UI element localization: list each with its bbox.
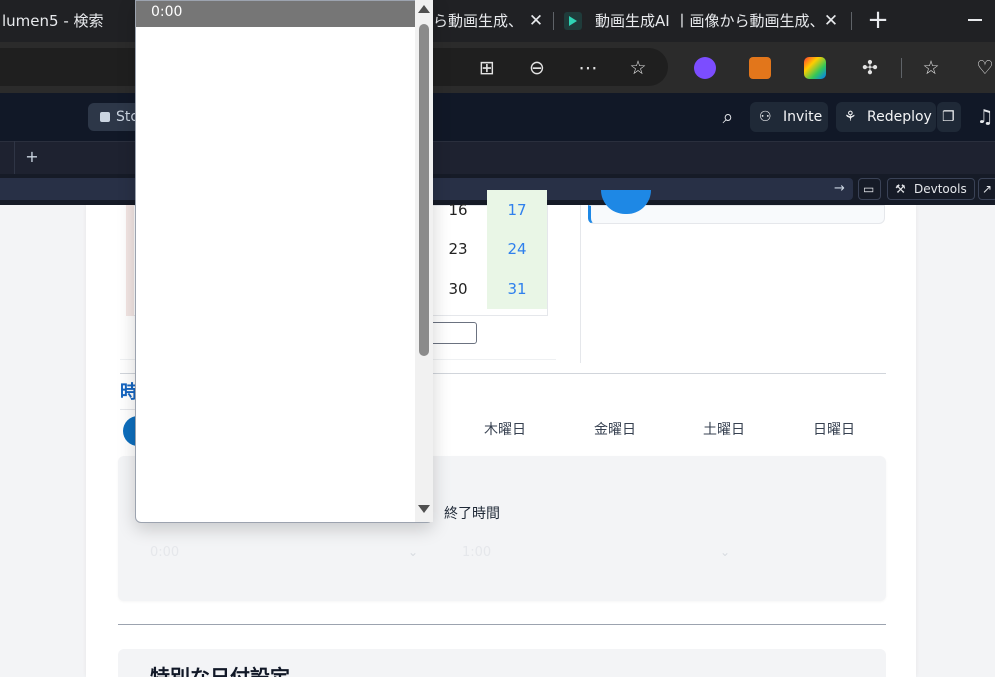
add-tab-button[interactable]: +	[24, 147, 40, 167]
tab-favicon-icon	[564, 12, 582, 30]
tab-video-gen-2[interactable]: 動画生成AI 丨画像から動画生成、	[595, 0, 817, 42]
calendar-day[interactable]: 16	[428, 190, 488, 230]
calendar-weekend-strip	[126, 205, 134, 316]
favorites-list-icon[interactable]: ☆	[919, 56, 943, 80]
tab-close-icon[interactable]: ✕	[821, 11, 841, 31]
copy-button[interactable]: ❐	[937, 102, 961, 132]
tab-video-gen-1[interactable]: ら動画生成、	[433, 0, 523, 42]
redeploy-label: Redeploy	[867, 109, 932, 125]
day-friday[interactable]: 金曜日	[585, 419, 645, 441]
calendar-day-sunday[interactable]: 17	[487, 190, 547, 230]
end-time-label: 終了時間	[444, 506, 500, 522]
calendar-day[interactable]: 23	[428, 229, 488, 269]
minimize-button[interactable]	[968, 19, 982, 21]
devtools-button[interactable]: ⚒ Devtools	[887, 178, 975, 200]
tab-divider	[14, 141, 15, 174]
column-divider	[580, 205, 581, 363]
devtools-label: Devtools	[914, 182, 967, 196]
calendar-day[interactable]: 30	[428, 269, 488, 309]
bell-icon[interactable]: ♫	[973, 105, 995, 129]
chevron-down-icon: ⌄	[720, 545, 731, 559]
scroll-up-arrow-icon[interactable]	[418, 5, 430, 13]
wrench-icon: ⚒	[895, 182, 906, 196]
redeploy-button[interactable]: ⚘ Redeploy	[836, 102, 936, 132]
time-dropdown-list[interactable]: 0:00	[135, 0, 433, 523]
day-thursday[interactable]: 木曜日	[475, 419, 535, 441]
brain-extension-icon[interactable]	[694, 57, 716, 79]
metamask-extension-icon[interactable]	[749, 57, 771, 79]
invite-label: Invite	[783, 109, 823, 125]
calendar-day-sunday[interactable]: 31	[487, 269, 547, 309]
go-arrow-icon[interactable]: →	[834, 179, 848, 199]
tab-close-icon[interactable]: ✕	[526, 11, 546, 31]
zoom-out-icon[interactable]: ⊖	[525, 56, 549, 80]
calendar-day-sunday[interactable]: 24	[487, 229, 547, 269]
tab-separator	[553, 12, 554, 30]
redeploy-icon: ⚘	[844, 109, 857, 125]
copy-icon: ❐	[942, 109, 955, 125]
end-time-select[interactable]: 1:00	[462, 539, 732, 567]
tab-separator	[851, 12, 852, 30]
external-link-icon: ↗	[982, 182, 993, 196]
health-heart-icon[interactable]: ♡	[973, 56, 995, 80]
stop-square-icon	[100, 112, 110, 122]
more-options-icon[interactable]: ⋯	[576, 56, 600, 80]
start-time-select[interactable]: 0:00	[150, 539, 420, 567]
tab-search[interactable]: lumen5 - 検索	[0, 0, 130, 42]
day-saturday[interactable]: 土曜日	[694, 419, 754, 441]
open-external-button[interactable]: ↗	[978, 178, 995, 200]
dropdown-scroll-thumb[interactable]	[419, 24, 429, 356]
new-tab-button[interactable]: +	[866, 7, 890, 33]
dropdown-option-selected[interactable]: 0:00	[136, 1, 416, 27]
day-sunday[interactable]: 日曜日	[804, 419, 864, 441]
monitor-icon: ▭	[863, 182, 875, 196]
color-extension-icon[interactable]	[804, 57, 826, 79]
special-dates-title: 特別な日付設定	[150, 665, 290, 677]
app-grid-icon[interactable]: ⊞	[475, 56, 499, 80]
add-user-icon: ⚇	[759, 109, 772, 125]
chevron-down-icon: ⌄	[408, 545, 419, 559]
search-icon[interactable]: ⌕	[716, 105, 740, 129]
scroll-down-arrow-icon[interactable]	[418, 505, 430, 513]
toolbar-divider	[901, 58, 902, 78]
invite-button[interactable]: ⚇ Invite	[750, 102, 828, 132]
favorite-star-icon[interactable]: ☆	[626, 56, 650, 80]
device-toggle-button[interactable]: ▭	[858, 178, 881, 200]
section-divider	[118, 624, 886, 625]
extensions-puzzle-icon[interactable]: ✣	[858, 56, 882, 80]
